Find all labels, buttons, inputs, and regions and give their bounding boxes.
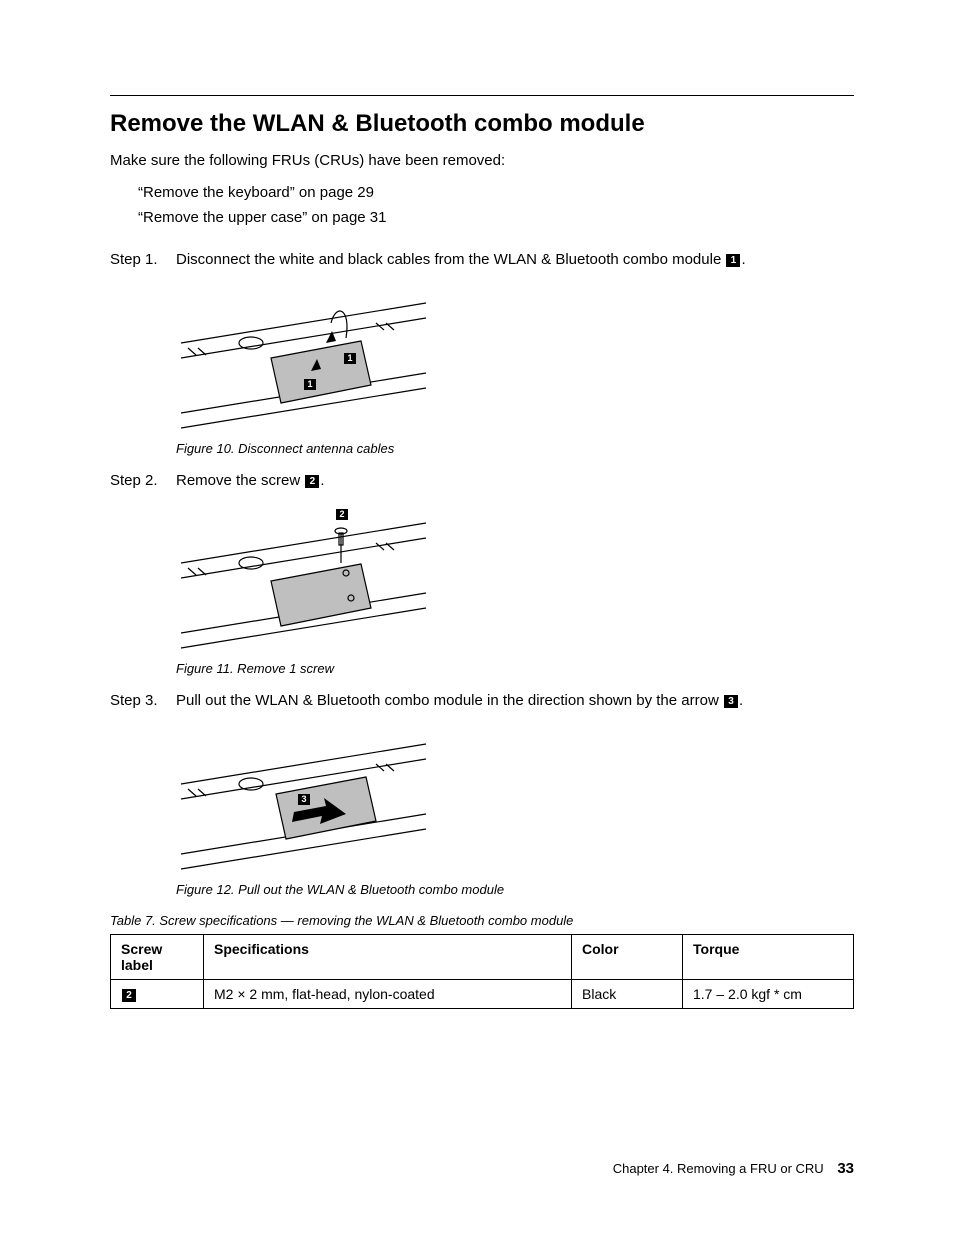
callout-badge-icon: 2 bbox=[336, 509, 348, 520]
th-screw-label: Screw label bbox=[111, 935, 204, 980]
step-label: Step 1. bbox=[110, 249, 176, 271]
callout-badge-icon: 1 bbox=[304, 379, 316, 390]
step-body: Disconnect the white and black cables fr… bbox=[176, 249, 854, 271]
step-1: Step 1. Disconnect the white and black c… bbox=[110, 249, 854, 271]
figure-10: 1 1 Figure 10. Disconnect antenna cables bbox=[176, 283, 854, 456]
step-text: Remove the screw bbox=[176, 472, 304, 489]
page-footer: Chapter 4. Removing a FRU or CRU 33 bbox=[613, 1160, 854, 1177]
step-text: Pull out the WLAN & Bluetooth combo modu… bbox=[176, 692, 723, 709]
figure-11: 2 Figure 11. Remove 1 screw bbox=[176, 503, 854, 676]
cell-screw-label: 2 bbox=[111, 980, 204, 1009]
illustration: 3 bbox=[176, 724, 436, 874]
rule-top bbox=[110, 95, 854, 96]
figure-caption: Figure 11. Remove 1 screw bbox=[176, 661, 854, 676]
step-3: Step 3. Pull out the WLAN & Bluetooth co… bbox=[110, 690, 854, 712]
callout-badge-icon: 2 bbox=[305, 475, 319, 488]
step-text: . bbox=[739, 692, 743, 709]
prereq-list: “Remove the keyboard” on page 29 “Remove… bbox=[138, 180, 854, 231]
callout-badge-icon: 2 bbox=[122, 989, 136, 1002]
cell-color: Black bbox=[572, 980, 683, 1009]
figure-12: 3 Figure 12. Pull out the WLAN & Bluetoo… bbox=[176, 724, 854, 897]
intro-text: Make sure the following FRUs (CRUs) have… bbox=[110, 150, 854, 172]
table-caption: Table 7. Screw specifications — removing… bbox=[110, 913, 854, 928]
prereq-item: “Remove the keyboard” on page 29 bbox=[138, 180, 854, 206]
footer-page-number: 33 bbox=[837, 1160, 854, 1177]
illustration: 2 bbox=[176, 503, 436, 653]
callout-badge-icon: 3 bbox=[724, 695, 738, 708]
cell-spec: M2 × 2 mm, flat-head, nylon-coated bbox=[204, 980, 572, 1009]
figure-caption: Figure 10. Disconnect antenna cables bbox=[176, 441, 854, 456]
prereq-item: “Remove the upper case” on page 31 bbox=[138, 205, 854, 231]
step-body: Remove the screw 2. bbox=[176, 470, 854, 492]
illustration: 1 1 bbox=[176, 283, 436, 433]
section-heading: Remove the WLAN & Bluetooth combo module bbox=[110, 110, 854, 138]
step-2: Step 2. Remove the screw 2. bbox=[110, 470, 854, 492]
callout-badge-icon: 3 bbox=[298, 794, 310, 805]
step-text: . bbox=[320, 472, 324, 489]
callout-badge-icon: 1 bbox=[726, 254, 740, 267]
table-header-row: Screw label Specifications Color Torque bbox=[111, 935, 854, 980]
table-row: 2 M2 × 2 mm, flat-head, nylon-coated Bla… bbox=[111, 980, 854, 1009]
step-text: . bbox=[741, 251, 745, 268]
th-torque: Torque bbox=[683, 935, 854, 980]
step-text: Disconnect the white and black cables fr… bbox=[176, 251, 725, 268]
footer-chapter: Chapter 4. Removing a FRU or CRU bbox=[613, 1161, 824, 1176]
th-spec: Specifications bbox=[204, 935, 572, 980]
step-label: Step 3. bbox=[110, 690, 176, 712]
page: Remove the WLAN & Bluetooth combo module… bbox=[0, 0, 954, 1235]
th-color: Color bbox=[572, 935, 683, 980]
cell-torque: 1.7 – 2.0 kgf * cm bbox=[683, 980, 854, 1009]
figure-caption: Figure 12. Pull out the WLAN & Bluetooth… bbox=[176, 882, 854, 897]
step-body: Pull out the WLAN & Bluetooth combo modu… bbox=[176, 690, 854, 712]
callout-badge-icon: 1 bbox=[344, 353, 356, 364]
step-label: Step 2. bbox=[110, 470, 176, 492]
screw-spec-table: Screw label Specifications Color Torque … bbox=[110, 934, 854, 1009]
